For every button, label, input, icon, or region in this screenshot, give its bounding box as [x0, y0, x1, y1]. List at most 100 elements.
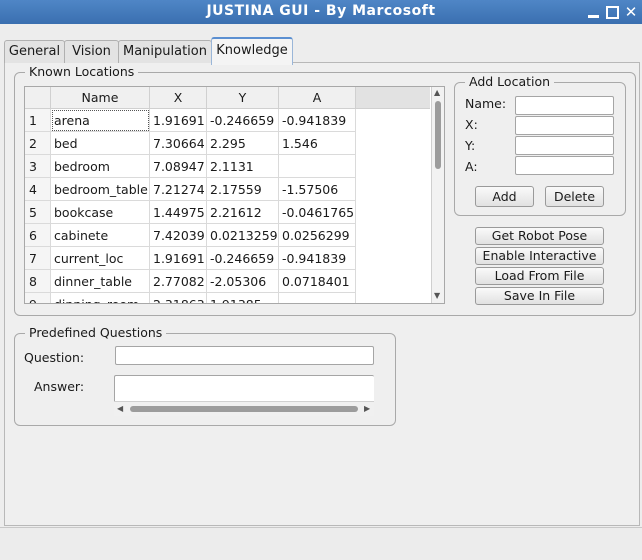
- y-label: Y:: [465, 138, 476, 153]
- table-row[interactable]: 7 current_loc 1.91691 -0.246659 -0.94183…: [25, 247, 430, 270]
- cell-name[interactable]: bookcase: [51, 201, 150, 224]
- cell-x[interactable]: 2.31863: [150, 293, 207, 303]
- answer-horizontal-scrollbar[interactable]: ◀ ▶: [114, 401, 374, 416]
- delete-button[interactable]: Delete: [545, 186, 604, 207]
- add-button[interactable]: Add: [475, 186, 534, 207]
- y-input[interactable]: [515, 136, 614, 155]
- x-input[interactable]: [515, 116, 614, 135]
- answer-label: Answer:: [34, 379, 85, 394]
- header-filler: [356, 87, 430, 109]
- row-number: 9: [25, 293, 51, 303]
- cell-x[interactable]: 7.42039: [150, 224, 207, 247]
- cell-a[interactable]: -0.0461765: [279, 201, 356, 224]
- cell-name[interactable]: dinning_room: [51, 293, 150, 303]
- table-row[interactable]: 3 bedroom 7.08947 2.1131: [25, 155, 430, 178]
- table-vertical-scrollbar[interactable]: ▲ ▼: [431, 87, 444, 303]
- table-row[interactable]: 1 arena 1.91691 -0.246659 -0.941839: [25, 109, 430, 132]
- cell-y[interactable]: 2.21612: [207, 201, 279, 224]
- cell-a[interactable]: -1.57506: [279, 178, 356, 201]
- scroll-left-icon[interactable]: ◀: [117, 404, 123, 413]
- table-row[interactable]: 2 bed 7.30664 2.295 1.546: [25, 132, 430, 155]
- cell-x[interactable]: 2.77082: [150, 270, 207, 293]
- a-label: A:: [465, 159, 478, 174]
- cell-y[interactable]: 1.91385: [207, 293, 279, 303]
- cell-y[interactable]: 2.17559: [207, 178, 279, 201]
- scroll-up-icon[interactable]: ▲: [434, 88, 440, 97]
- cell-name[interactable]: current_loc: [51, 247, 150, 270]
- row-number: 3: [25, 155, 51, 178]
- predefined-questions-title: Predefined Questions: [25, 325, 167, 340]
- x-label: X:: [465, 117, 478, 132]
- question-label: Question:: [24, 350, 85, 365]
- column-header-name[interactable]: Name: [51, 87, 150, 109]
- row-number: 4: [25, 178, 51, 201]
- table-row[interactable]: 4 bedroom_table 7.21274 2.17559 -1.57506: [25, 178, 430, 201]
- save-in-file-button[interactable]: Save In File: [475, 287, 604, 305]
- cell-x[interactable]: 1.91691: [150, 247, 207, 270]
- table-row[interactable]: 8 dinner_table 2.77082 -2.05306 0.071840…: [25, 270, 430, 293]
- scroll-down-icon[interactable]: ▼: [434, 291, 440, 300]
- tab-knowledge[interactable]: Knowledge: [211, 37, 293, 65]
- cell-name[interactable]: bedroom: [51, 155, 150, 178]
- table-row[interactable]: 9 dinning_room 2.31863 1.91385: [25, 293, 430, 303]
- row-number: 2: [25, 132, 51, 155]
- cell-x[interactable]: 7.30664: [150, 132, 207, 155]
- cell-name[interactable]: arena: [51, 109, 150, 132]
- cell-a[interactable]: -0.941839: [279, 109, 356, 132]
- scrollbar-thumb[interactable]: [435, 101, 441, 169]
- table-header: Name X Y A: [25, 87, 430, 109]
- question-input[interactable]: [115, 346, 374, 365]
- cell-x[interactable]: 7.08947: [150, 155, 207, 178]
- tab-vision[interactable]: Vision: [64, 40, 119, 63]
- cell-y[interactable]: 2.1131: [207, 155, 279, 178]
- cell-x[interactable]: 7.21274: [150, 178, 207, 201]
- a-input[interactable]: [515, 156, 614, 175]
- enable-interactive-button[interactable]: Enable Interactive: [475, 247, 604, 265]
- window-titlebar[interactable]: JUSTINA GUI - By Marcosoft ✕: [0, 0, 642, 24]
- known-locations-title: Known Locations: [25, 64, 139, 79]
- window-title: JUSTINA GUI - By Marcosoft: [206, 3, 436, 19]
- get-robot-pose-button[interactable]: Get Robot Pose: [475, 227, 604, 245]
- cell-name[interactable]: cabinete: [51, 224, 150, 247]
- row-number: 8: [25, 270, 51, 293]
- cell-x[interactable]: 1.44975: [150, 201, 207, 224]
- row-number: 7: [25, 247, 51, 270]
- cell-a[interactable]: 1.546: [279, 132, 356, 155]
- cell-y[interactable]: -0.246659: [207, 109, 279, 132]
- name-label: Name:: [465, 96, 507, 111]
- cell-a[interactable]: 0.0256299: [279, 224, 356, 247]
- name-input[interactable]: [515, 96, 614, 115]
- add-location-title: Add Location: [465, 74, 555, 89]
- close-icon[interactable]: ✕: [623, 4, 639, 20]
- cell-a[interactable]: -0.941839: [279, 247, 356, 270]
- row-number: 6: [25, 224, 51, 247]
- table-row[interactable]: 6 cabinete 7.42039 0.0213259 0.0256299: [25, 224, 430, 247]
- cell-a[interactable]: [279, 293, 356, 303]
- cell-a[interactable]: 0.0718401: [279, 270, 356, 293]
- cell-name[interactable]: bedroom_table: [51, 178, 150, 201]
- column-header-a[interactable]: A: [279, 87, 356, 109]
- cell-name[interactable]: dinner_table: [51, 270, 150, 293]
- row-number-header: [25, 87, 51, 109]
- cell-y[interactable]: 2.295: [207, 132, 279, 155]
- cell-y[interactable]: -2.05306: [207, 270, 279, 293]
- table-row[interactable]: 5 bookcase 1.44975 2.21612 -0.0461765: [25, 201, 430, 224]
- row-number: 5: [25, 201, 51, 224]
- scrollbar-thumb[interactable]: [130, 406, 358, 412]
- cell-a[interactable]: [279, 155, 356, 178]
- load-from-file-button[interactable]: Load From File: [475, 267, 604, 285]
- tab-general[interactable]: General: [4, 40, 65, 63]
- cell-y[interactable]: -0.246659: [207, 247, 279, 270]
- minimize-icon[interactable]: [586, 4, 602, 20]
- cell-y[interactable]: 0.0213259: [207, 224, 279, 247]
- column-header-y[interactable]: Y: [207, 87, 279, 109]
- column-header-x[interactable]: X: [150, 87, 207, 109]
- row-number: 1: [25, 109, 51, 132]
- scroll-right-icon[interactable]: ▶: [364, 404, 370, 413]
- cell-name[interactable]: bed: [51, 132, 150, 155]
- tab-manipulation[interactable]: Manipulation: [118, 40, 212, 63]
- status-bar: [0, 527, 642, 560]
- known-locations-table[interactable]: Name X Y A 1 arena 1.91691 -0.246659 -0.…: [24, 86, 445, 304]
- cell-x[interactable]: 1.91691: [150, 109, 207, 132]
- maximize-icon[interactable]: [604, 4, 620, 20]
